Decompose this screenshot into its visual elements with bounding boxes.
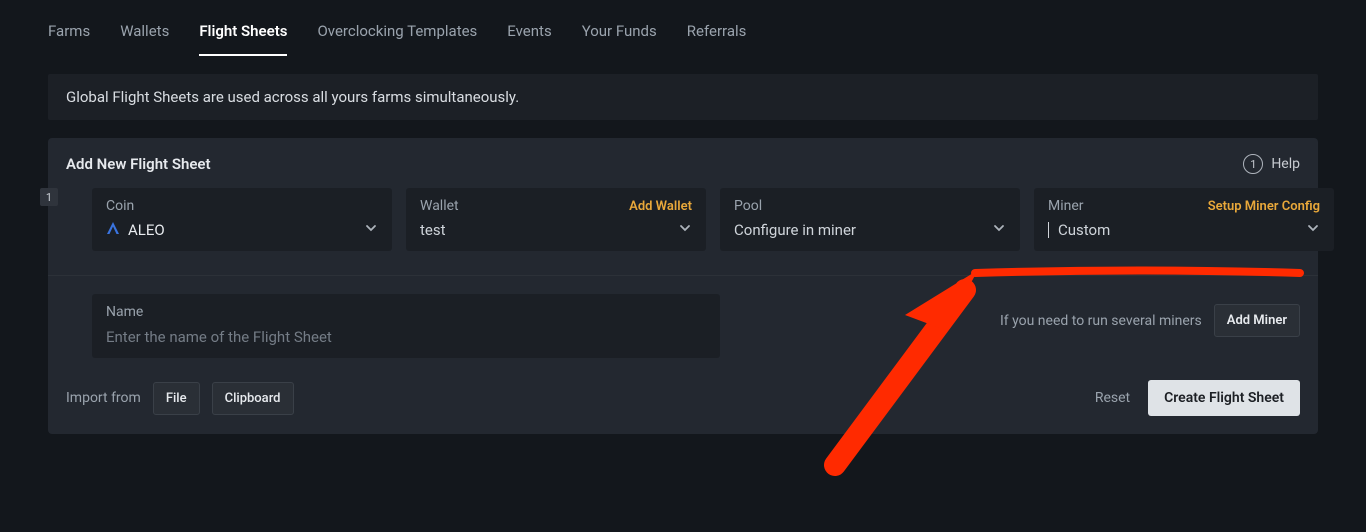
- help-label: Help: [1271, 156, 1300, 172]
- nav-referrals[interactable]: Referrals: [687, 16, 747, 56]
- nav-flight-sheets[interactable]: Flight Sheets: [199, 16, 287, 56]
- add-miner-hint: If you need to run several miners: [1000, 313, 1202, 329]
- coin-label: Coin: [106, 198, 134, 214]
- add-miner-area: If you need to run several miners Add Mi…: [1000, 304, 1300, 337]
- info-banner: Global Flight Sheets are used across all…: [48, 74, 1318, 120]
- add-wallet-link[interactable]: Add Wallet: [629, 199, 692, 214]
- nav-events[interactable]: Events: [507, 16, 551, 56]
- coin-value: ALEO: [106, 221, 165, 239]
- import-clipboard-button[interactable]: Clipboard: [212, 382, 294, 415]
- row-index-badge: 1: [40, 188, 58, 206]
- chevron-down-icon: [992, 220, 1006, 239]
- chevron-down-icon: [678, 220, 692, 239]
- create-flight-sheet-button[interactable]: Create Flight Sheet: [1148, 380, 1300, 416]
- aleo-icon: [106, 221, 120, 239]
- wallet-select[interactable]: Wallet Add Wallet test: [406, 188, 706, 251]
- import-label: Import from: [66, 390, 141, 406]
- selector-row: Coin ALEO: [92, 188, 1300, 251]
- nav-wallets[interactable]: Wallets: [120, 16, 169, 56]
- add-flight-sheet-panel: Add New Flight Sheet 1 Help 1 Coin: [48, 138, 1318, 434]
- panel-title: Add New Flight Sheet: [66, 155, 211, 173]
- miner-value: Custom: [1048, 221, 1110, 239]
- pool-select[interactable]: Pool Configure in miner: [720, 188, 1020, 251]
- wallet-value: test: [420, 221, 446, 239]
- add-miner-button[interactable]: Add Miner: [1214, 304, 1300, 337]
- pool-value: Configure in miner: [734, 221, 856, 239]
- chevron-down-icon: [1306, 220, 1320, 239]
- chevron-down-icon: [364, 220, 378, 239]
- divider: [48, 275, 1318, 276]
- miner-select[interactable]: Miner Setup Miner Config Custom: [1034, 188, 1334, 251]
- reset-button[interactable]: Reset: [1095, 390, 1130, 406]
- name-placeholder: Enter the name of the Flight Sheet: [106, 328, 706, 346]
- miner-label: Miner: [1048, 198, 1084, 214]
- import-file-button[interactable]: File: [153, 382, 200, 415]
- coin-select[interactable]: Coin ALEO: [92, 188, 392, 251]
- nav-your-funds[interactable]: Your Funds: [582, 16, 657, 56]
- help-link[interactable]: 1 Help: [1243, 154, 1300, 174]
- wallet-label: Wallet: [420, 198, 459, 214]
- nav-overclocking-templates[interactable]: Overclocking Templates: [317, 16, 477, 56]
- top-nav: Farms Wallets Flight Sheets Overclocking…: [0, 0, 1366, 56]
- name-label: Name: [106, 304, 706, 320]
- nav-farms[interactable]: Farms: [48, 16, 90, 56]
- help-badge-icon: 1: [1243, 154, 1263, 174]
- pool-label: Pool: [734, 198, 762, 214]
- setup-miner-config-link[interactable]: Setup Miner Config: [1208, 199, 1320, 214]
- import-from: Import from File Clipboard: [66, 382, 294, 415]
- flight-sheet-name-input[interactable]: Name Enter the name of the Flight Sheet: [92, 294, 720, 358]
